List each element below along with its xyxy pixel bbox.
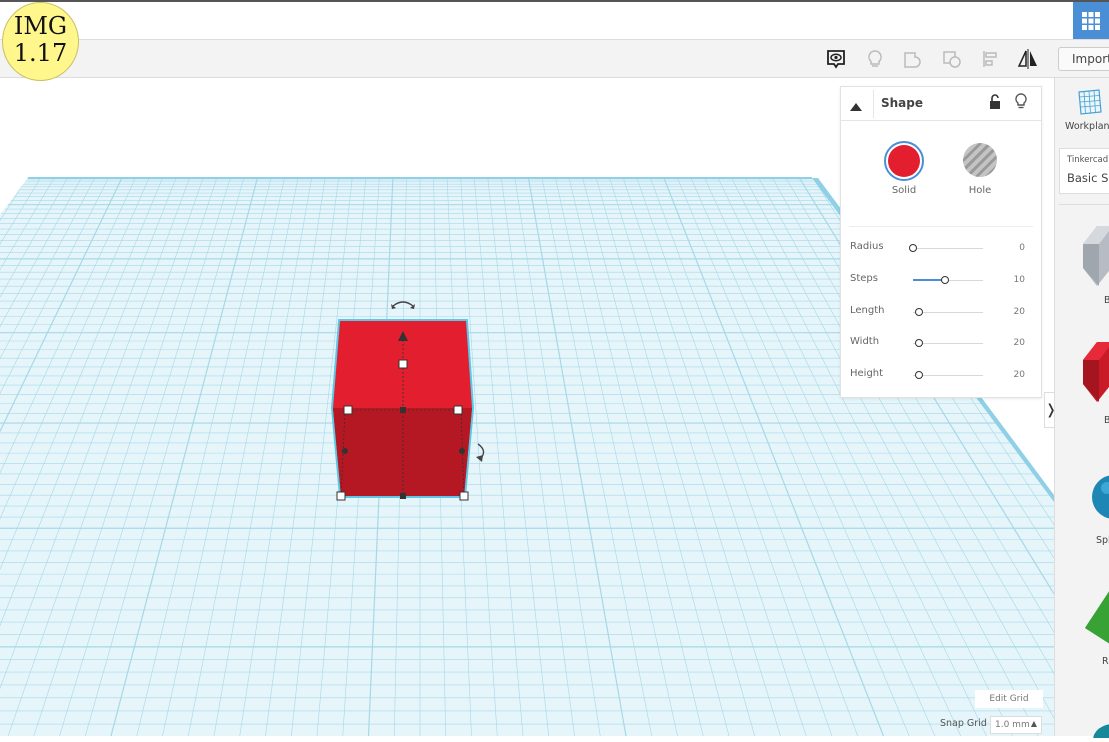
param-value[interactable]: 20 — [1009, 338, 1025, 348]
height-slider-track[interactable] — [913, 375, 983, 376]
width-slider-track[interactable] — [913, 343, 983, 344]
library-name: Basic Sh — [1067, 171, 1109, 185]
image-badge: IMG 1.17 — [2, 2, 79, 81]
param-label: Steps — [850, 273, 878, 284]
library-source: Tinkercad — [1067, 155, 1109, 165]
collapse-panel-button[interactable] — [849, 97, 865, 111]
steps-slider-knob[interactable] — [940, 276, 949, 284]
top-bar — [0, 0, 1109, 40]
light-bulb-button[interactable] — [862, 46, 888, 72]
triangle-up-icon — [850, 103, 862, 111]
align-button[interactable] — [978, 46, 1004, 72]
badge-line2: 1.17 — [13, 39, 68, 67]
handle-front-left[interactable] — [336, 491, 346, 501]
group-icon — [904, 52, 921, 68]
hole-label: Hole — [968, 185, 992, 196]
handle-back-left[interactable] — [343, 405, 353, 415]
snap-grid-label: Snap Grid — [940, 718, 987, 729]
radius-slider-knob[interactable] — [909, 244, 917, 252]
workplane-button[interactable] — [1075, 88, 1103, 120]
library-shape-sphere[interactable] — [1091, 474, 1109, 524]
handle-front-right[interactable] — [459, 491, 469, 501]
param-label: Length — [850, 305, 885, 316]
hole-button[interactable] — [963, 143, 997, 177]
import-button[interactable]: Import — [1058, 47, 1109, 71]
height-slider-knob[interactable] — [914, 371, 923, 379]
lock-button[interactable] — [988, 94, 1002, 114]
header-divider — [873, 90, 874, 118]
steps-slider-fill — [913, 279, 945, 281]
note-view-icon — [827, 50, 845, 69]
library-shape-partial[interactable] — [1091, 718, 1109, 742]
handle-top-center[interactable] — [398, 359, 408, 369]
ungroup-icon — [943, 51, 961, 68]
solid-color-button[interactable] — [884, 141, 924, 181]
roof-thumbnail-icon — [1085, 591, 1109, 644]
handle-mid-right[interactable] — [459, 448, 465, 454]
ungroup-button[interactable] — [939, 46, 965, 72]
apps-grid-button[interactable] — [1073, 2, 1109, 39]
library-selector[interactable]: Tinkercad Basic Sh — [1059, 148, 1109, 194]
handle-mid-front[interactable] — [400, 493, 406, 499]
mirror-button[interactable] — [1015, 46, 1041, 72]
snap-grid-value: 1.0 mm — [995, 720, 1030, 730]
length-slider-knob[interactable] — [914, 308, 923, 316]
box-thumbnail-icon — [1083, 342, 1109, 402]
library-shape-box-hole[interactable] — [1083, 226, 1109, 290]
apps-grid-icon — [1082, 11, 1100, 30]
workplane-label: Workplane — [1065, 121, 1109, 132]
edit-grid-button[interactable]: Edit Grid — [975, 690, 1043, 708]
selected-box-shape[interactable] — [330, 301, 485, 501]
badge-line1: IMG — [13, 12, 68, 40]
library-shape-box[interactable] — [1083, 340, 1109, 406]
library-shape-label: R — [1102, 656, 1109, 667]
sphere-thumbnail-icon — [1092, 475, 1109, 519]
handle-mid-left[interactable] — [342, 448, 348, 454]
group-button[interactable] — [900, 46, 926, 72]
library-shape-label: B — [1104, 295, 1109, 306]
library-shape-label: Spl — [1096, 535, 1109, 546]
light-bulb-icon — [1015, 93, 1027, 109]
library-divider — [1059, 204, 1109, 205]
solid-color-swatch — [888, 145, 920, 177]
workplane-grid-icon — [1078, 89, 1102, 115]
unlock-icon — [990, 94, 1000, 109]
radius-slider-track[interactable] — [913, 248, 983, 249]
handle-back-right[interactable] — [453, 405, 463, 415]
param-label: Radius — [850, 241, 884, 252]
mirror-icon — [1017, 49, 1037, 69]
library-shape-label: B — [1104, 415, 1109, 426]
handle-mid-back[interactable] — [400, 407, 406, 413]
param-value[interactable]: 0 — [1009, 243, 1025, 253]
align-icon — [983, 51, 997, 67]
box-face-front — [333, 408, 472, 496]
panel-divider — [849, 226, 1033, 227]
shape-panel-title: Shape — [881, 96, 924, 110]
solid-label: Solid — [891, 185, 917, 196]
light-bulb-icon — [868, 50, 882, 67]
shape-light-button[interactable] — [1014, 93, 1028, 115]
cylinder-thumbnail-icon — [1093, 724, 1109, 742]
param-value[interactable]: 20 — [1009, 307, 1025, 317]
shape-inspector-panel: Shape Solid Hole Radius 0 Steps 10 Lengt… — [840, 86, 1042, 398]
caret-up-icon: ▲ — [1030, 719, 1037, 728]
width-slider-knob[interactable] — [914, 339, 923, 347]
param-label: Height — [850, 368, 884, 379]
param-value[interactable]: 10 — [1009, 275, 1025, 285]
shape-panel-header — [841, 87, 1041, 121]
box-hole-thumbnail-icon — [1083, 226, 1109, 286]
param-label: Width — [850, 336, 880, 347]
shape-library-panel: Workplane Tinkercad Basic Sh B B Spl — [1054, 78, 1109, 742]
length-slider-track[interactable] — [913, 312, 983, 313]
library-shape-roof[interactable] — [1085, 588, 1109, 648]
note-view-button[interactable] — [823, 46, 849, 72]
param-value[interactable]: 20 — [1009, 370, 1025, 380]
snap-grid-select[interactable]: 1.0 mm ▲ — [990, 716, 1042, 734]
